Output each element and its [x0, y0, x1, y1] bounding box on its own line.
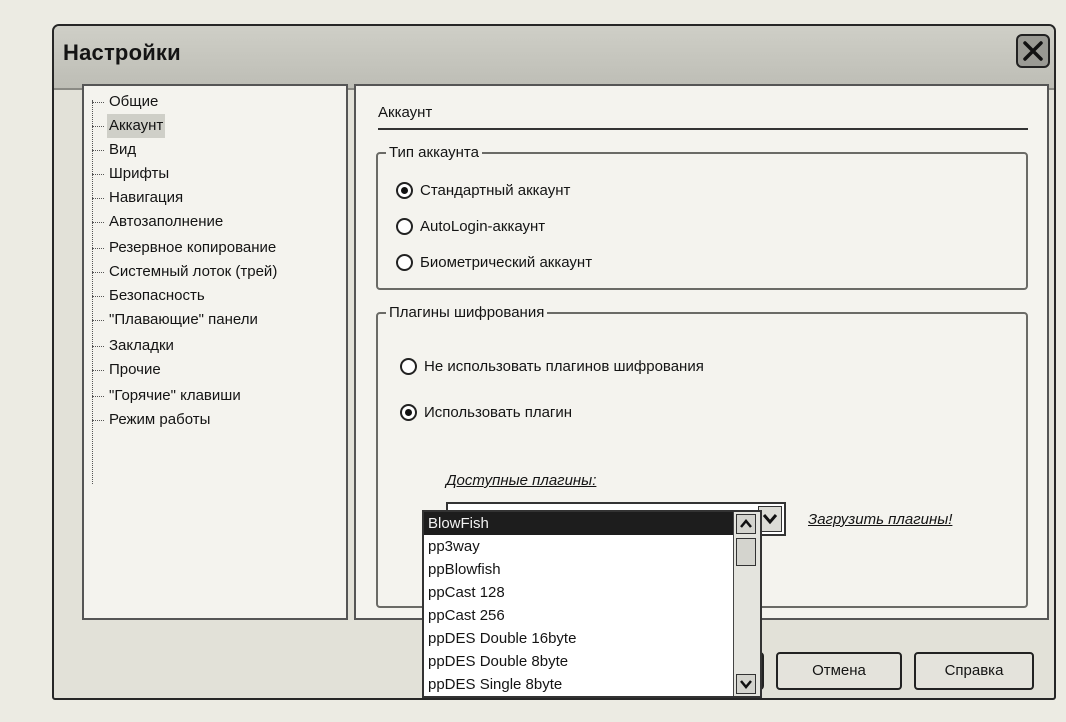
nav-item-label: Безопасность [109, 287, 205, 304]
nav-item-label: Закладки [109, 337, 174, 354]
radio-button[interactable] [396, 218, 413, 235]
nav-item-label: Шрифты [109, 165, 170, 182]
radio-label: Использовать плагин [424, 404, 573, 421]
plugin-option[interactable]: ppCast 128 [424, 581, 734, 604]
chevron-up-icon [740, 519, 752, 528]
encryption-plugins-legend: Плагины шифрования [386, 303, 548, 323]
nav-item-work-mode[interactable]: Режим работы [92, 408, 342, 432]
close-button[interactable] [1016, 34, 1050, 68]
section-title: Аккаунт [378, 104, 433, 121]
title-bar: Настройки [54, 26, 1054, 90]
scroll-down-button[interactable] [736, 674, 756, 694]
settings-dialog: Настройки Общие Аккаунт Вид Шрифты Навиг… [52, 24, 1056, 700]
scroll-thumb[interactable] [736, 538, 756, 566]
help-button[interactable]: Справка [914, 652, 1034, 690]
nav-item-label: Вид [109, 141, 137, 158]
nav-item-hotkeys[interactable]: "Горячие" клавиши [92, 384, 342, 408]
plugin-option[interactable]: ppBlowfish [424, 558, 734, 581]
account-type-legend: Тип аккаунта [386, 143, 482, 163]
radio-button[interactable] [396, 182, 413, 199]
plugin-option[interactable]: BlowFish [424, 512, 734, 535]
close-icon [1023, 41, 1043, 61]
settings-nav-panel: Общие Аккаунт Вид Шрифты Навигация Автоз… [82, 84, 348, 620]
radio-label: AutoLogin-аккаунт [420, 218, 546, 235]
radio-label: Стандартный аккаунт [420, 182, 571, 199]
radio-label: Не использовать плагинов шифрования [424, 358, 704, 375]
radio-label: Биометрический аккаунт [420, 254, 593, 271]
nav-item-label: Навигация [109, 189, 184, 206]
plugin-option[interactable]: ppDES Double 8byte [424, 650, 734, 673]
nav-item-autofill[interactable]: Автозаполнение [92, 210, 342, 234]
plugin-dropdown-list: BlowFish pp3way ppBlowfish ppCast 128 pp… [422, 510, 762, 698]
nav-item-fonts[interactable]: Шрифты [92, 162, 342, 186]
nav-item-floating-panels[interactable]: "Плавающие" панели [92, 308, 342, 332]
plugin-option[interactable]: ppCast 256 [424, 604, 734, 627]
nav-item-label: Режим работы [109, 411, 211, 428]
section-divider [378, 128, 1028, 130]
dialog-title: Настройки [63, 40, 181, 65]
nav-item-view[interactable]: Вид [92, 138, 342, 162]
chevron-down-icon [762, 514, 778, 525]
plugin-option[interactable]: ppDES Double 16byte [424, 627, 734, 650]
available-plugins-label: Доступные плагины: [446, 472, 597, 489]
nav-item-label: Общие [109, 93, 159, 110]
nav-item-bookmarks[interactable]: Закладки [92, 334, 342, 358]
nav-item-label: Резервное копирование [109, 239, 277, 256]
nav-item-security[interactable]: Безопасность [92, 284, 342, 308]
nav-item-label: Аккаунт [107, 114, 166, 138]
settings-nav-tree: Общие Аккаунт Вид Шрифты Навигация Автоз… [84, 86, 346, 618]
dropdown-scrollbar[interactable] [733, 512, 760, 696]
account-type-group: Тип аккаунта Стандартный аккаунт AutoLog… [376, 143, 1028, 290]
chevron-down-icon [740, 680, 752, 689]
nav-item-account[interactable]: Аккаунт [92, 114, 342, 138]
nav-item-other[interactable]: Прочие [92, 358, 342, 382]
nav-item-navigation[interactable]: Навигация [92, 186, 342, 210]
load-plugins-link[interactable]: Загрузить плагины! [808, 511, 952, 528]
scroll-up-button[interactable] [736, 514, 756, 534]
nav-item-tray[interactable]: Системный лоток (трей) [92, 260, 342, 284]
nav-item-general[interactable]: Общие [92, 90, 342, 114]
radio-button[interactable] [400, 404, 417, 421]
plugin-option[interactable]: pp3way [424, 535, 734, 558]
cancel-button[interactable]: Отмена [776, 652, 902, 690]
nav-item-label: "Горячие" клавиши [109, 387, 241, 404]
nav-item-label: Прочие [109, 361, 161, 378]
nav-item-backup[interactable]: Резервное копирование [92, 236, 342, 260]
nav-item-label: Автозаполнение [109, 213, 224, 230]
plugin-options: BlowFish pp3way ppBlowfish ppCast 128 pp… [424, 512, 734, 696]
radio-button[interactable] [400, 358, 417, 375]
nav-item-label: "Плавающие" панели [109, 311, 258, 328]
radio-button[interactable] [396, 254, 413, 271]
nav-item-label: Системный лоток (трей) [109, 263, 278, 280]
plugin-option[interactable]: ppDES Single 8byte [424, 673, 734, 696]
